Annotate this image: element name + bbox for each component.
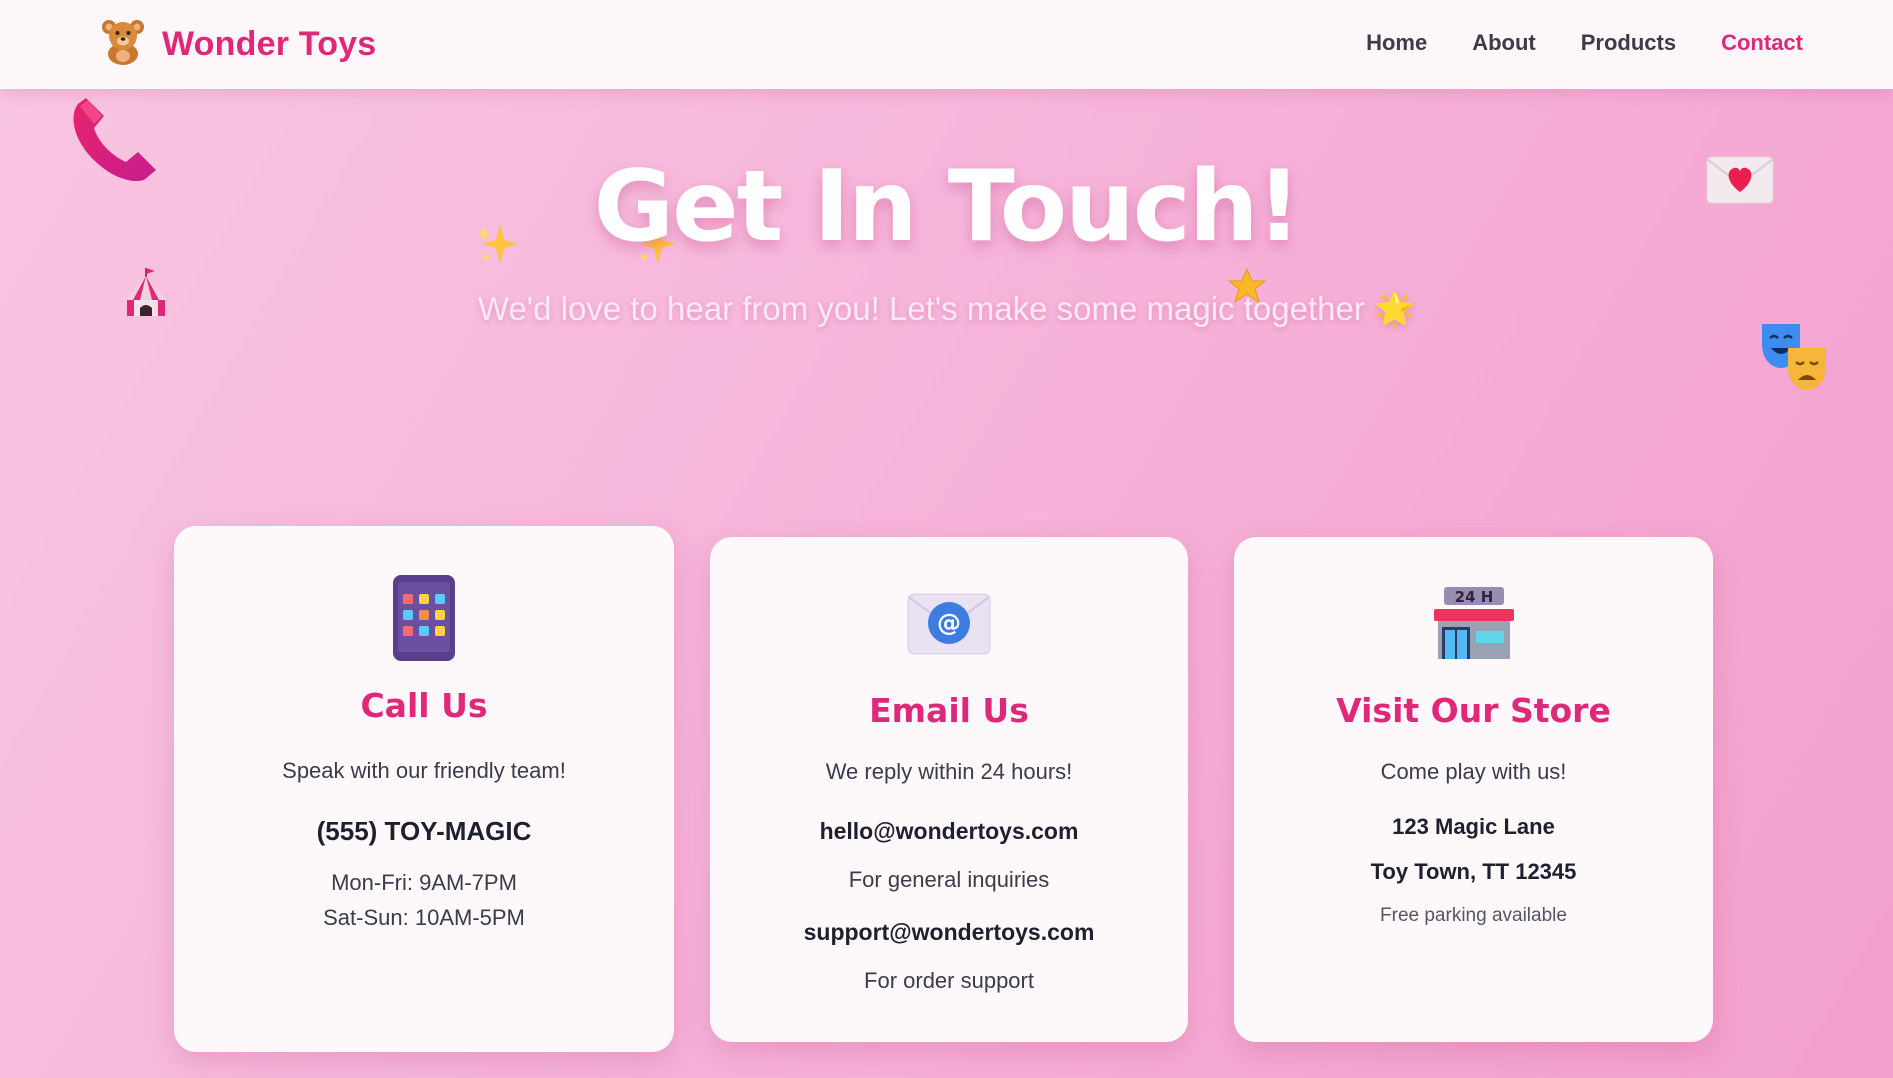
nav-products[interactable]: Products xyxy=(1581,30,1676,56)
address-line-2: Toy Town, TT 12345 xyxy=(1370,859,1577,884)
nav-about[interactable]: About xyxy=(1472,30,1536,56)
support-email-link[interactable]: support@wondertoys.com xyxy=(710,919,1188,946)
svg-text:24 H: 24 H xyxy=(1454,588,1493,606)
page-title: Get In Touch! xyxy=(593,150,1302,264)
visit-store-title: Visit Our Store xyxy=(1336,691,1611,730)
general-email-link[interactable]: hello@wondertoys.com xyxy=(710,818,1188,845)
phone-icon xyxy=(392,574,456,666)
parking-note: Free parking available xyxy=(1380,905,1567,926)
store-icon: 24 H xyxy=(1432,583,1516,665)
visit-store-description: Come play with us! xyxy=(1380,759,1567,784)
address-line-1: 123 Magic Lane xyxy=(1392,814,1555,839)
phone-number[interactable]: (555) TOY-MAGIC xyxy=(174,816,674,847)
nav-contact[interactable]: Contact xyxy=(1721,30,1803,56)
navbar: Wonder Toys Home About Products Contact xyxy=(0,0,1893,89)
support-email-note: For order support xyxy=(864,968,1034,993)
call-us-card: Call Us Speak with our friendly team! (5… xyxy=(174,526,674,1052)
visit-store-card: 24 H Visit Our Store Come play with us! … xyxy=(1234,537,1713,1042)
svg-text:@: @ xyxy=(937,609,961,637)
hours-weekend: Sat-Sun: 10AM-5PM xyxy=(323,905,525,930)
general-email-note: For general inquiries xyxy=(848,867,1050,892)
hours-weekday: Mon-Fri: 9AM-7PM xyxy=(331,870,517,895)
call-us-title: Call Us xyxy=(360,686,488,725)
call-us-description: Speak with our friendly team! xyxy=(282,758,566,783)
teddy-bear-icon xyxy=(100,18,146,70)
performing-arts-icon xyxy=(1760,322,1830,396)
page-subtitle: We'd love to hear from you! Let's make s… xyxy=(477,290,1416,327)
main-nav: Home About Products Contact xyxy=(1366,30,1803,56)
email-icon: @ xyxy=(907,593,991,659)
email-us-title: Email Us xyxy=(869,691,1029,730)
email-us-description: We reply within 24 hours! xyxy=(825,759,1073,784)
nav-home[interactable]: Home xyxy=(1366,30,1427,56)
email-us-card: @ Email Us We reply within 24 hours! hel… xyxy=(710,537,1188,1042)
brand-logo[interactable]: Wonder Toys xyxy=(100,18,376,70)
brand-name: Wonder Toys xyxy=(162,24,377,63)
